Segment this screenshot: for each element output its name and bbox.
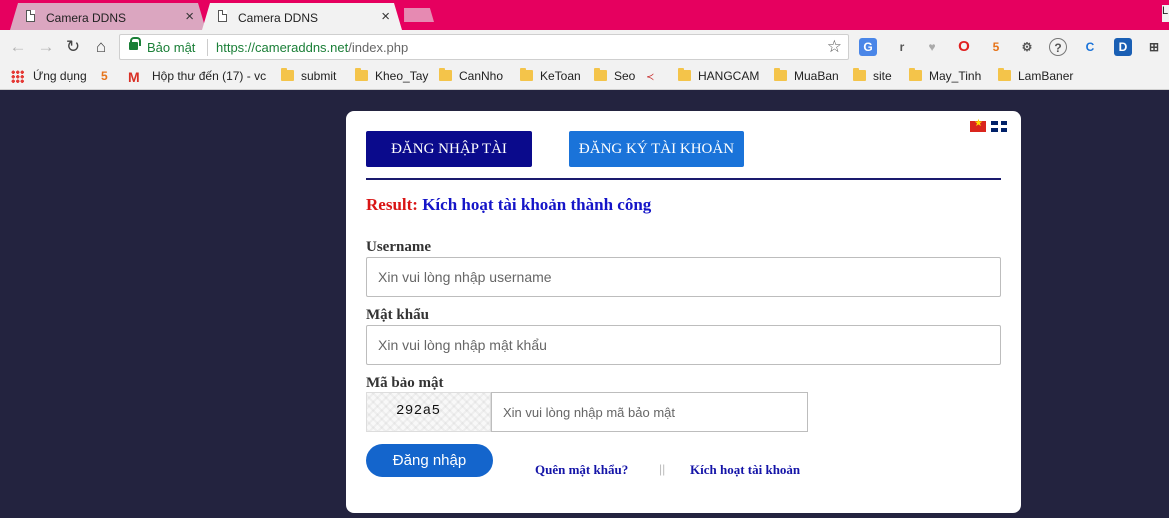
result-label: Result:: [366, 195, 418, 214]
tab-divider: [366, 178, 1001, 180]
menu-extension-icon[interactable]: ⊞: [1145, 38, 1163, 56]
browser-toolbar: ← → ↻ ⌂ Bảo mật https://cameraddns.net/i…: [0, 30, 1169, 64]
bookmark-label: KeToan: [540, 69, 581, 83]
bookmark-folder-cannho[interactable]: CanNho: [439, 68, 509, 86]
username-input[interactable]: [366, 257, 1001, 297]
vietnam-flag-icon[interactable]: [970, 118, 986, 132]
bookmark-folder-ketoan[interactable]: KeToan: [520, 68, 586, 86]
address-bar[interactable]: Bảo mật https://cameraddns.net/index.php…: [119, 34, 849, 60]
folder-icon: [355, 68, 368, 81]
gear-extension-icon[interactable]: ⚙: [1018, 38, 1036, 56]
forward-arrow-icon[interactable]: →: [35, 36, 57, 58]
bookmark-folder-site[interactable]: site: [853, 68, 899, 86]
tab-login[interactable]: ĐĂNG NHẬP TÀI KHOẢN: [366, 131, 532, 193]
captcha-input[interactable]: [491, 392, 808, 432]
bookmark-label: MuaBan: [794, 69, 839, 83]
link-separator: ||: [659, 462, 666, 476]
login-card: ĐĂNG NHẬP TÀI KHOẢN ĐĂNG KÝ TÀI KHOẢN Re…: [346, 111, 1021, 513]
home-icon[interactable]: ⌂: [90, 36, 112, 58]
bookmark-logo[interactable]: 5: [101, 68, 117, 86]
password-input[interactable]: [366, 325, 1001, 365]
bookmark-label: submit: [301, 69, 337, 83]
site-logo-icon: ≺: [646, 72, 655, 83]
browser-tab-strip: Camera DDNS × Camera DDNS × L: [0, 0, 1169, 30]
d-extension-icon[interactable]: D: [1114, 38, 1132, 56]
language-switcher: [965, 118, 1007, 139]
password-label: Mật khẩu: [366, 307, 429, 323]
captcha-image: 292a5: [366, 392, 491, 432]
apps-grid-icon: [11, 70, 24, 83]
url-path: /index.php: [348, 40, 409, 55]
folder-icon: [281, 68, 294, 81]
security-label: Bảo mật: [147, 40, 196, 55]
folder-icon: [774, 68, 787, 81]
bookmark-logo-icon: 5: [101, 69, 108, 83]
url-text[interactable]: https://cameraddns.net/index.php: [216, 40, 408, 55]
tab-title: Camera DDNS: [238, 11, 319, 25]
result-text: Kích hoạt tài khoản thành công: [422, 195, 652, 214]
tab-close-icon[interactable]: ×: [381, 8, 390, 25]
bookmark-star-icon[interactable]: ☆: [827, 37, 842, 57]
folder-icon: [998, 68, 1011, 81]
profile-button[interactable]: L: [1162, 5, 1169, 22]
bookmark-label: Ứng dụng: [33, 69, 87, 83]
bookmark-folder-submit[interactable]: submit: [281, 68, 343, 86]
result-message: Result: Kích hoạt tài khoản thành công: [366, 195, 651, 215]
username-label: Username: [366, 239, 431, 255]
bookmark-site-logo[interactable]: ≺: [646, 68, 662, 86]
captcha-code: 292a5: [396, 403, 441, 419]
back-arrow-icon[interactable]: ←: [7, 36, 29, 58]
captcha-label: Mã bảo mật: [366, 375, 444, 391]
bookmark-label: Seo: [614, 69, 636, 83]
bookmark-label: CanNho: [459, 69, 504, 83]
bookmark-folder-may-tinh[interactable]: May_Tinh: [909, 68, 985, 86]
forgot-password-link[interactable]: Quên mật khẩu?: [535, 462, 628, 478]
bookmark-folder-muaban[interactable]: MuaBan: [774, 68, 844, 86]
browser-tab-inactive[interactable]: Camera DDNS ×: [10, 3, 206, 30]
browser-tab-active[interactable]: Camera DDNS ×: [202, 3, 402, 30]
new-tab-button[interactable]: [404, 8, 434, 22]
bookmark-folder-hangcam[interactable]: HANGCAM: [678, 68, 764, 86]
folder-icon: [853, 68, 866, 81]
gmail-icon: M: [128, 69, 140, 85]
tab-register[interactable]: ĐĂNG KÝ TÀI KHOẢN: [569, 131, 744, 167]
lock-icon: [129, 37, 141, 50]
page-icon: [26, 10, 35, 22]
bookmark-label: LamBaner: [1018, 69, 1074, 83]
heart-extension-icon[interactable]: ♥: [923, 38, 941, 56]
tab-title: Camera DDNS: [46, 11, 127, 25]
bookmark-gmail[interactable]: M Hộp thư đến (17) - vc: [128, 68, 266, 86]
bookmark-folder-kheo-tay[interactable]: Kheo_Tay: [355, 68, 431, 86]
folder-icon: [439, 68, 452, 81]
address-divider: [207, 39, 208, 56]
login-button[interactable]: Đăng nhập: [366, 444, 493, 477]
r-extension-icon[interactable]: r: [893, 38, 911, 56]
activate-account-link[interactable]: Kích hoạt tài khoản: [690, 462, 800, 478]
uk-flag-icon[interactable]: [991, 121, 1007, 132]
folder-icon: [520, 68, 533, 81]
reload-icon[interactable]: ↻: [62, 36, 84, 58]
bookmark-label: Hộp thư đến (17) - vc: [152, 69, 266, 83]
folder-icon: [594, 68, 607, 81]
bookmarks-bar: Ứng dụng 5 M Hộp thư đến (17) - vc submi…: [0, 64, 1169, 90]
bookmark-folder-lambaner[interactable]: LamBaner: [998, 68, 1074, 86]
url-host: https://cameraddns.net: [216, 40, 349, 55]
orange-extension-icon[interactable]: 5: [987, 38, 1005, 56]
folder-icon: [678, 68, 691, 81]
opera-extension-icon[interactable]: O: [955, 38, 973, 56]
bookmark-folder-seo[interactable]: Seo: [594, 68, 639, 86]
bookmark-label: Kheo_Tay: [375, 69, 429, 83]
translate-extension-icon[interactable]: G: [859, 38, 877, 56]
bookmark-apps[interactable]: Ứng dụng: [11, 68, 91, 86]
c-extension-icon[interactable]: C: [1081, 38, 1099, 56]
folder-icon: [909, 68, 922, 81]
bookmark-label: May_Tinh: [929, 69, 982, 83]
chat-extension-icon[interactable]: ?: [1049, 38, 1067, 56]
bookmark-label: site: [873, 69, 892, 83]
tab-close-icon[interactable]: ×: [185, 8, 194, 25]
page-icon: [218, 10, 227, 22]
bookmark-label: HANGCAM: [698, 69, 760, 83]
